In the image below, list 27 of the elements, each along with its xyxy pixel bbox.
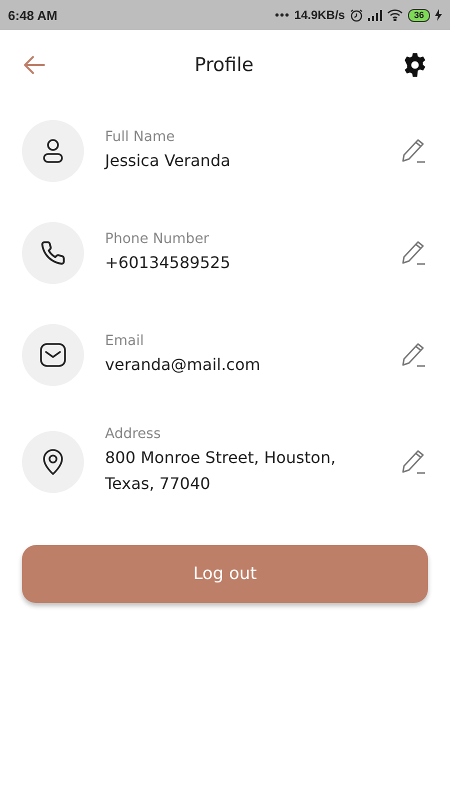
field-value: +60134589525 [105, 252, 232, 274]
edit-button[interactable] [400, 448, 428, 476]
field-label: Phone Number [105, 230, 210, 246]
edit-button[interactable] [400, 341, 428, 369]
field-value: veranda@mail.com [105, 354, 262, 376]
location-pin-icon [42, 448, 64, 476]
field-label: Address [105, 426, 162, 442]
field-value: 800 Monroe Street, Houston, Texas, 77040 [105, 447, 337, 495]
status-time: 6:48 AM [8, 8, 58, 22]
back-button[interactable] [22, 55, 46, 75]
edit-button[interactable] [400, 137, 428, 165]
dots-icon [275, 13, 290, 17]
field-label: Email [105, 332, 145, 348]
field-value: Jessica Veranda [105, 150, 232, 172]
network-speed: 14.9KB/s [294, 8, 345, 22]
mail-icon [39, 342, 67, 368]
wifi-icon [386, 9, 403, 21]
phone-icon [40, 240, 66, 266]
edit-button[interactable] [400, 239, 428, 267]
signal-icon [368, 10, 382, 20]
logout-button[interactable]: Log out [22, 545, 428, 603]
charging-icon [435, 9, 442, 21]
page-title: Profile [194, 54, 254, 76]
alarm-icon [350, 8, 363, 22]
person-icon [41, 138, 65, 164]
field-label: Full Name [105, 128, 176, 144]
battery-level: 36 [408, 8, 430, 22]
